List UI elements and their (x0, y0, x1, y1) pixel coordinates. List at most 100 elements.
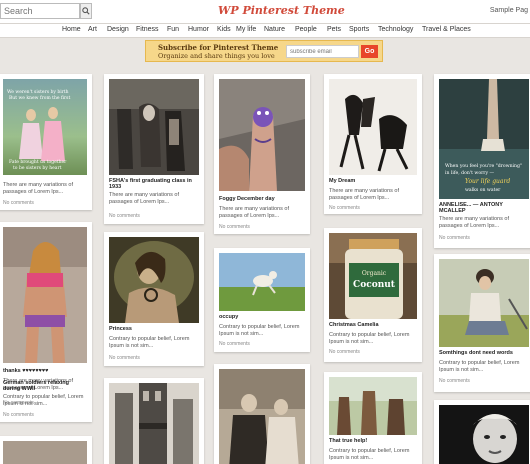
pin-card-caption: German soldiers relaxing during WWII Con… (0, 372, 92, 432)
search-button[interactable] (80, 3, 92, 19)
pin-card[interactable]: occupy Contrary to popular belief, Lorem… (214, 248, 310, 352)
nav-item-home[interactable]: Home (62, 26, 81, 33)
pin-image-fitness (3, 227, 87, 363)
pin-comments[interactable]: No comments (329, 205, 360, 211)
pin-title[interactable]: My Dream (329, 178, 417, 184)
pin-image-lamb (219, 253, 305, 311)
pin-image[interactable] (109, 237, 199, 323)
pin-image[interactable] (3, 227, 87, 363)
nav-item-people[interactable]: People (295, 26, 317, 33)
pin-image[interactable] (109, 79, 199, 175)
svg-text:Your life guard: Your life guard (465, 178, 510, 185)
nav-item-my-life[interactable]: My life (236, 26, 256, 33)
pin-image-girl-swing (439, 259, 529, 347)
pin-comments[interactable]: No comments (329, 349, 360, 355)
pin-image[interactable]: Organic Coconut (329, 233, 417, 319)
pin-comments[interactable]: No comments (219, 341, 250, 347)
nav-item-travel-places[interactable]: Travel & Places (422, 26, 471, 33)
svg-text:walks on water: walks on water (465, 187, 501, 193)
nav-item-design[interactable]: Design (107, 26, 129, 33)
pin-description: There are many variations of passages of… (329, 188, 400, 201)
pin-comments[interactable]: No comments (109, 213, 140, 219)
pin-card[interactable]: My Dream There are many variations of pa… (324, 74, 422, 214)
nav-item-fun[interactable]: Fun (167, 26, 179, 33)
top-bar: WP Pinterest Theme Sample Pag (0, 0, 530, 24)
category-nav: Home Art Design Fitness Fun Humor Kids M… (0, 24, 530, 38)
nav-item-humor[interactable]: Humor (188, 26, 209, 33)
pin-image[interactable] (329, 377, 417, 435)
pin-description: There are many variations of passages of… (439, 216, 510, 229)
subscribe-description: Organize and share things you love (158, 52, 275, 60)
pin-title[interactable]: Somthings dont need words (439, 350, 529, 356)
pin-image[interactable] (219, 369, 305, 464)
pin-card[interactable]: Somthings dont need words Contrary to po… (434, 254, 530, 392)
svg-text:When you feel you're "drowning: When you feel you're "drowning" (445, 163, 522, 169)
pin-title[interactable]: Princess (109, 326, 199, 332)
pin-comments[interactable]: No comments (109, 355, 140, 361)
pin-image[interactable]: We weren't sisters by birth But we knew … (3, 79, 87, 175)
pin-card[interactable]: Foggy December day There are many variat… (214, 74, 310, 234)
pin-card[interactable] (104, 378, 204, 464)
search-icon (82, 7, 90, 15)
nav-item-art[interactable]: Art (88, 26, 97, 33)
pin-card[interactable] (434, 400, 530, 464)
pin-description: Contrary to popular belief, Lorem Ipsum … (329, 448, 410, 461)
pin-card[interactable]: Organic Coconut Christmas Camelia Contra… (324, 228, 422, 362)
pin-description: Contrary to popular belief, Lorem Ipsum … (219, 324, 300, 337)
svg-text:Organic: Organic (362, 270, 387, 277)
pin-image[interactable] (439, 259, 529, 347)
pin-card[interactable]: Princess Contrary to popular belief, Lor… (104, 232, 204, 366)
pin-comments[interactable]: No comments (439, 378, 470, 384)
pin-image-help (329, 377, 417, 435)
pin-card[interactable]: That true help! Contrary to popular beli… (324, 372, 422, 464)
nav-item-nature[interactable]: Nature (264, 26, 285, 33)
nav-item-kids[interactable]: Kids (217, 26, 231, 33)
pin-card[interactable]: FSHA's first graduating class in 1933 Th… (104, 74, 204, 224)
nav-item-pets[interactable]: Pets (327, 26, 341, 33)
pin-title[interactable]: That true help! (329, 438, 417, 444)
subscribe-go-button[interactable]: Go (361, 45, 378, 58)
pin-image-sisters: We weren't sisters by birth But we knew … (3, 79, 87, 175)
pin-description: There are many variations of passages of… (3, 182, 74, 195)
svg-text:But we knew from the first: But we knew from the first (9, 95, 70, 101)
pin-image[interactable] (329, 79, 417, 175)
svg-text:We weren't sisters by birth: We weren't sisters by birth (7, 89, 69, 95)
pin-card[interactable] (214, 364, 310, 464)
subscribe-box: Subscribe for Pinterest Theme Organize a… (145, 40, 383, 62)
pin-card[interactable]: When you feel you're "drowning" in life,… (434, 74, 530, 248)
svg-text:Fate brought us together: Fate brought us together (9, 159, 67, 165)
pin-title[interactable]: Christmas Camelia (329, 322, 417, 328)
nav-item-fitness[interactable]: Fitness (136, 26, 159, 33)
pin-image[interactable] (439, 405, 529, 464)
nav-item-technology[interactable]: Technology (378, 26, 413, 33)
pin-description: There are many variations of passages of… (109, 192, 180, 205)
pin-comments[interactable]: No comments (3, 412, 34, 418)
pin-image-partial (3, 441, 87, 464)
pin-image[interactable] (109, 383, 199, 464)
pin-card[interactable]: We weren't sisters by birth But we knew … (0, 74, 92, 210)
pin-image[interactable] (219, 79, 305, 191)
pin-comments[interactable]: No comments (3, 200, 34, 206)
pin-title[interactable]: ANNELISE... — ANTONY MCALLEP (439, 202, 529, 215)
nav-item-sports[interactable]: Sports (349, 26, 369, 33)
subscribe-title: Subscribe for Pinterest Theme (158, 43, 279, 52)
pin-image-water-walk: When you feel you're "drowning" in life,… (439, 79, 529, 199)
pin-description: Contrary to popular belief, Lorem Ipsum … (439, 360, 520, 373)
search-input[interactable] (0, 3, 80, 19)
subscribe-email-input[interactable] (286, 45, 359, 58)
pin-image[interactable] (3, 441, 87, 464)
site-logo[interactable]: WP Pinterest Theme (218, 4, 345, 17)
user-name[interactable]: Sample Pag (490, 7, 528, 14)
pin-title[interactable]: Foggy December day (219, 196, 305, 202)
pin-comments[interactable]: No comments (439, 235, 470, 241)
pin-image[interactable] (219, 253, 305, 311)
pin-title[interactable]: occupy (219, 314, 305, 320)
pin-title[interactable]: German soldiers relaxing during WWII (3, 380, 87, 393)
pin-title[interactable]: FSHA's first graduating class in 1933 (109, 178, 199, 191)
pin-image[interactable]: When you feel you're "drowning" in life,… (439, 79, 529, 199)
pin-comments[interactable]: No comments (219, 224, 250, 230)
pin-card[interactable] (0, 436, 92, 464)
pin-image-princess (109, 237, 199, 323)
pin-image-tower (109, 383, 199, 464)
pin-description: Contrary to popular belief, Lorem Ipsum … (109, 336, 190, 349)
